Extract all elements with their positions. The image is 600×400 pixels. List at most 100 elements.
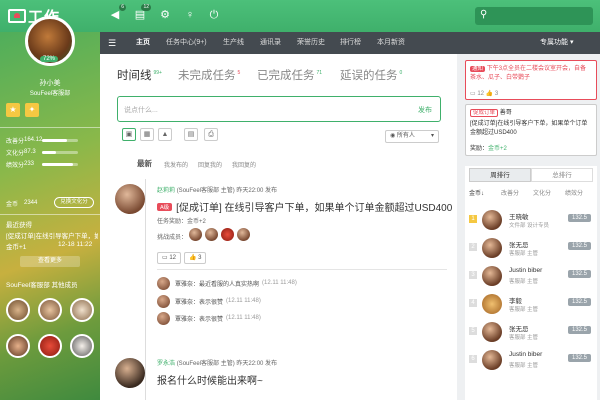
rank-row[interactable]: 1 王晓敏 文件部 设计专员 132.5 (465, 208, 597, 232)
member-avatar[interactable] (70, 334, 94, 358)
reward-label: 奖励： (470, 146, 489, 152)
member-avatar[interactable] (237, 228, 250, 241)
member-avatar[interactable] (38, 334, 62, 358)
feed-tab-replies-me[interactable]: 回复我的 (198, 160, 222, 169)
power-icon[interactable]: ⏻ (207, 8, 221, 22)
member-avatar[interactable] (6, 298, 30, 322)
post-author[interactable]: 罗永浩 (157, 361, 175, 367)
divider (0, 127, 100, 128)
tab-total[interactable]: 总排行 (531, 168, 593, 182)
comment-author[interactable]: 覃雅奈 (175, 297, 193, 306)
notice-card[interactable]: 通知 下午3点全员在二楼会议室开会，自备茶水、瓜子、白带鹦子 ▭ 12 👍 3 (465, 60, 597, 100)
ranking-box: 周排行 总排行 金币↓ 改善分 文化分 绩效分 1 王晓敏 文件部 设计专员 132.… (465, 166, 597, 400)
badge-icon[interactable]: ★ (6, 103, 20, 117)
member-avatar[interactable] (205, 228, 218, 241)
avatar (482, 294, 502, 314)
rank-dept: 客服部 主管 (509, 363, 539, 369)
view-more-button[interactable]: 查看更多 (20, 256, 80, 267)
clipboard-icon[interactable]: ▤ (184, 128, 198, 141)
menu-icon[interactable]: ☰ (108, 38, 118, 48)
stat-value: 164.12 (24, 137, 43, 143)
rank-row[interactable]: 5 张无忌 客服部 主管 132.5 (465, 320, 597, 344)
recent-reward: 金币+1 (6, 244, 27, 251)
stat-label: 绩效分 (6, 162, 25, 169)
recent-title: 最近获得 (6, 222, 32, 229)
post-meta: 罗永浩 (SouFeel客服部 主管) 昨天22:00 发布 (157, 358, 277, 367)
avatar[interactable] (115, 358, 145, 388)
member-avatar[interactable] (221, 228, 234, 241)
task-card[interactable]: 促成订单 善哥 [促成订单]在线引导客户下单，如果单个订单金额超过USD400 … (465, 104, 597, 156)
nav-special[interactable]: 专属功能 ▾ (540, 32, 573, 54)
post-title-row: A级 [促成订单] 在线引导客户下单，如果单个订单金额超过USD400 (157, 199, 452, 214)
rank-score: 132.5 (567, 214, 591, 222)
rank-score: 132.5 (567, 242, 591, 250)
feed-tab-latest[interactable]: 最新 (137, 158, 152, 169)
avatar[interactable] (157, 294, 170, 308)
tab-timeline[interactable]: 时间线 99+ (117, 67, 162, 83)
image-icon[interactable]: ▣ (122, 128, 136, 141)
comment-time: (12.11 11:48) (226, 315, 261, 321)
stat-value: 87.3 (24, 149, 36, 155)
avatar[interactable] (157, 276, 170, 290)
recent-time: 12-18 11:22 (58, 241, 93, 248)
tab-delayed[interactable]: 延误的任务 0 (340, 67, 402, 83)
post-title[interactable]: 报名什么时候能出来啊~ (157, 372, 263, 387)
nav-item-home[interactable]: 主页 (136, 32, 150, 54)
chevron-down-icon: ▾ (430, 133, 434, 139)
visibility-select[interactable]: ◉ 所有人 ▾ (385, 130, 439, 143)
tab-complete[interactable]: 已完成任务 71 (257, 67, 322, 83)
settings-icon[interactable]: ⚙ (158, 8, 172, 22)
rank-row[interactable]: 3 Justin biber 客服部 主管 132.5 (465, 264, 597, 288)
comment-author[interactable]: 覃雅奈 (175, 279, 193, 288)
nav-item-contacts[interactable]: 通讯录 (260, 32, 281, 54)
like-button[interactable]: 👍 3 (184, 252, 207, 264)
feed-tab-my-replies[interactable]: 我回复的 (232, 160, 256, 169)
nav-item-salary[interactable]: 本月新资 (377, 32, 405, 54)
post-time: 昨天22:00 发布 (236, 188, 278, 194)
tab-incomplete[interactable]: 未完成任务 5 (178, 67, 240, 83)
nav-item-production[interactable]: 生产线 (223, 32, 244, 54)
tab-weekly[interactable]: 周排行 (469, 168, 531, 182)
nav-item-honors[interactable]: 荣誉历史 (297, 32, 325, 54)
stat-bar-fill (42, 162, 73, 166)
publish-button[interactable]: 发布 (418, 105, 432, 115)
nav-item-ranking[interactable]: 排行榜 (340, 32, 361, 54)
col-performance[interactable]: 绩效分 (565, 188, 583, 197)
gold-value: 2344 (24, 200, 38, 206)
avatar (482, 350, 502, 370)
bulb-icon[interactable]: ♀ (183, 8, 197, 22)
badge-icon[interactable]: ✦ (25, 103, 39, 117)
notes-icon[interactable]: ▤ 12 (133, 4, 151, 22)
rank-row[interactable]: 6 Justin biber 客服部 主管 132.5 (465, 348, 597, 372)
compose-placeholder: 说点什么... (124, 107, 158, 114)
rank-row[interactable]: 2 张无忌 客服部 主管 132.5 (465, 236, 597, 260)
tab-count: 71 (316, 70, 323, 77)
attach-icon[interactable]: ⎙ (204, 128, 218, 141)
avatar (482, 322, 502, 342)
feed-tab-mine[interactable]: 我发布的 (164, 160, 188, 169)
comment-button[interactable]: ▭ 12 (157, 252, 182, 264)
member-avatar[interactable] (189, 228, 202, 241)
nav-item-tasks[interactable]: 任务中心(9+) (166, 32, 207, 54)
convert-button[interactable]: 兑换文化分 (54, 197, 94, 208)
members-title: SouFeel客服部 其他成员 (6, 282, 78, 289)
col-culture[interactable]: 文化分 (533, 188, 551, 197)
post-title[interactable]: [促成订单] 在线引导客户下单，如果单个订单金额超过USD400 (176, 199, 452, 214)
avatar[interactable] (157, 311, 170, 325)
col-improve[interactable]: 改善分 (501, 188, 519, 197)
rank-row[interactable]: 4 李毅 客服部 主管 132.5 (465, 292, 597, 316)
member-avatar[interactable] (70, 298, 94, 322)
comment-author[interactable]: 覃雅奈 (175, 314, 193, 323)
member-avatar[interactable] (6, 334, 30, 358)
speaker-icon[interactable]: ◀ 6 (108, 4, 126, 22)
col-gold[interactable]: 金币↓ (469, 188, 484, 197)
search-input[interactable]: ⚲ (475, 7, 593, 25)
post-author[interactable]: 赵莉莉 (157, 188, 175, 194)
compose-box[interactable]: 说点什么... 发布 (117, 96, 441, 122)
warning-icon[interactable]: ▲ (158, 128, 172, 141)
member-avatar[interactable] (38, 298, 62, 322)
avatar[interactable] (115, 184, 145, 214)
rank-name: 王晓敏 (509, 214, 529, 221)
comment-row: 覃雅奈：表示很赞 (12.11 11:48) (157, 311, 261, 325)
photo-icon[interactable]: ▦ (140, 128, 154, 141)
